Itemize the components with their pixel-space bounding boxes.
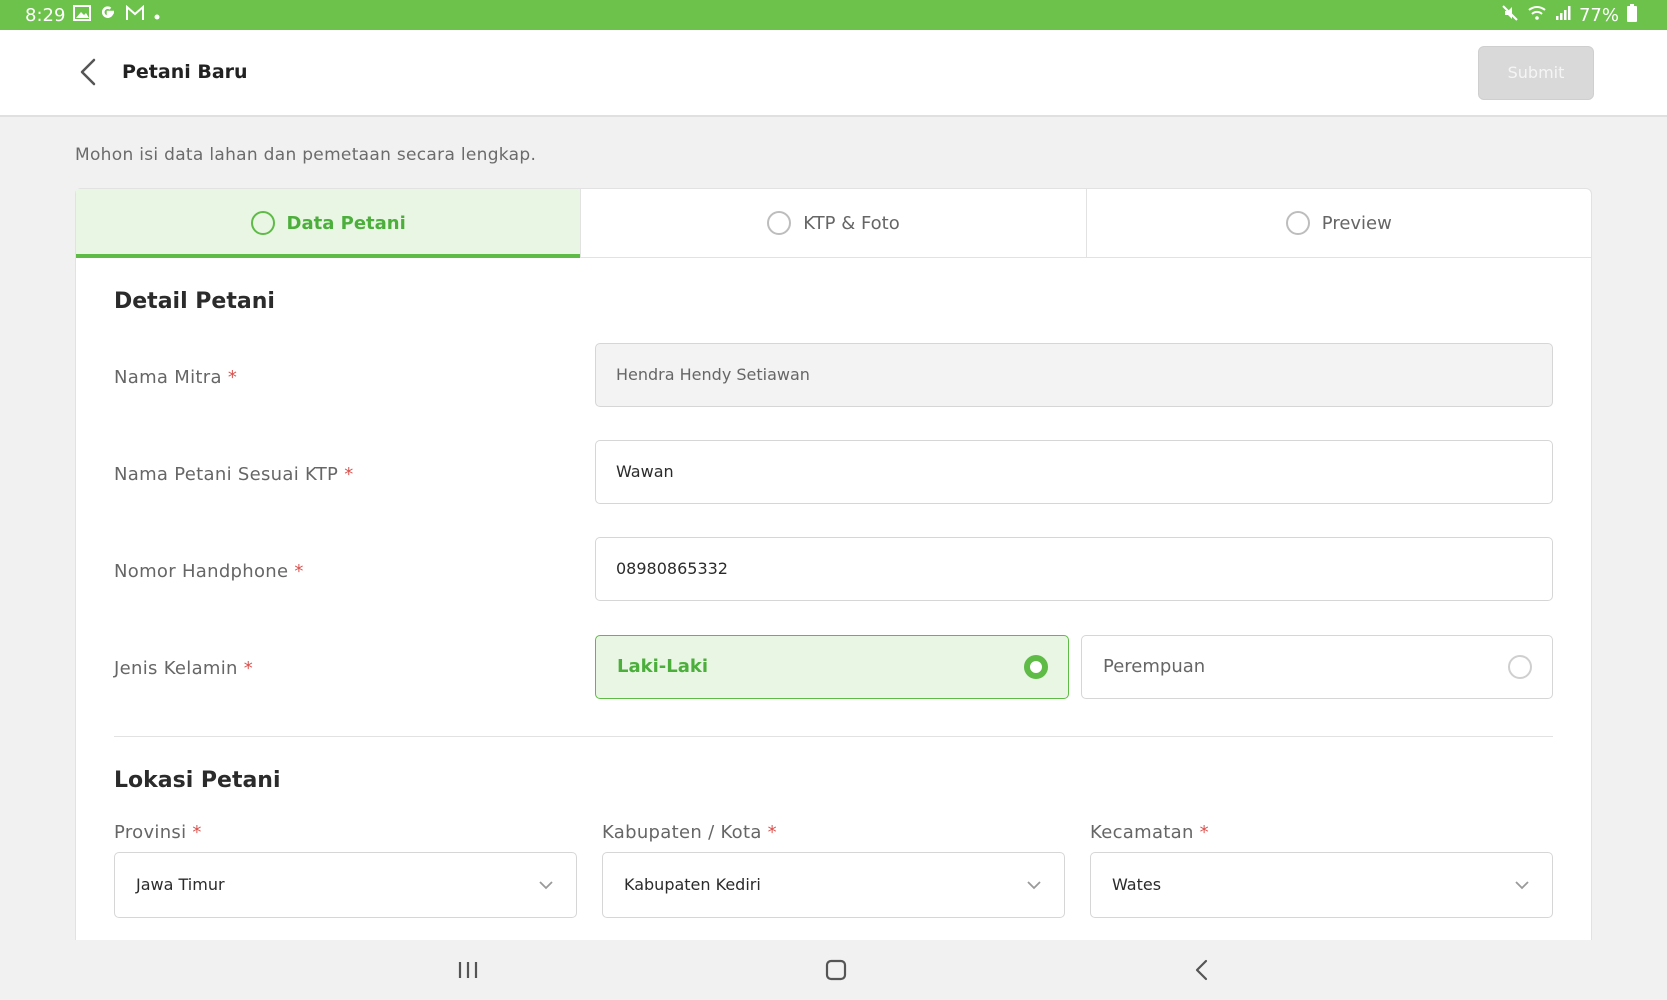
signal-icon bbox=[1555, 5, 1571, 26]
dot-icon bbox=[153, 6, 161, 26]
tab-label: Data Petani bbox=[286, 212, 406, 234]
chevron-left-icon bbox=[80, 58, 96, 86]
section-divider bbox=[114, 736, 1553, 737]
wifi-icon bbox=[1527, 5, 1547, 26]
required-mark: * bbox=[294, 561, 304, 582]
app-bar: Petani Baru Submit bbox=[0, 30, 1667, 117]
label-nomor-hp: Nomor Handphone * bbox=[114, 561, 304, 582]
status-bar: 8:29 77% bbox=[0, 0, 1667, 30]
gmail-icon bbox=[125, 4, 145, 26]
radio-unselected-icon bbox=[1508, 655, 1532, 679]
section-title-lokasi: Lokasi Petani bbox=[114, 768, 281, 793]
back-icon bbox=[1195, 959, 1208, 981]
tab-label: KTP & Foto bbox=[803, 212, 900, 234]
select-value: Wates bbox=[1112, 875, 1162, 894]
tab-data-petani[interactable]: Data Petani bbox=[76, 189, 582, 258]
label-text: Nomor Handphone bbox=[114, 561, 289, 582]
label-provinsi: Provinsi * bbox=[114, 822, 202, 843]
page-title: Petani Baru bbox=[122, 61, 248, 83]
required-mark: * bbox=[1199, 822, 1209, 843]
gallery-icon bbox=[73, 5, 92, 26]
label-nama-petani: Nama Petani Sesuai KTP * bbox=[114, 464, 354, 485]
kecamatan-select[interactable]: Wates bbox=[1090, 852, 1553, 918]
tab-ktp-foto[interactable]: KTP & Foto bbox=[581, 189, 1087, 257]
provinsi-select[interactable]: Jawa Timur bbox=[114, 852, 577, 918]
status-bar-left: 8:29 bbox=[25, 4, 161, 27]
step-circle-icon bbox=[250, 211, 275, 235]
google-icon bbox=[99, 4, 117, 27]
label-text: Provinsi bbox=[114, 822, 187, 843]
label-text: Nama Petani Sesuai KTP bbox=[114, 464, 339, 485]
label-nama-mitra: Nama Mitra * bbox=[114, 367, 237, 388]
required-mark: * bbox=[344, 464, 354, 485]
gender-option-perempuan[interactable]: Perempuan bbox=[1081, 635, 1553, 699]
kabupaten-select[interactable]: Kabupaten Kediri bbox=[602, 852, 1065, 918]
label-text: Kecamatan bbox=[1090, 822, 1194, 843]
chevron-down-icon bbox=[1515, 881, 1529, 890]
select-value: Jawa Timur bbox=[136, 875, 225, 894]
required-mark: * bbox=[243, 658, 254, 679]
status-bar-right: 77% bbox=[1501, 4, 1637, 27]
step-circle-icon bbox=[767, 211, 792, 235]
label-kecamatan: Kecamatan * bbox=[1090, 822, 1209, 843]
recent-apps-button[interactable] bbox=[448, 954, 488, 986]
stepper-tabs: Data Petani KTP & Foto Preview bbox=[76, 189, 1591, 258]
tab-preview[interactable]: Preview bbox=[1087, 189, 1591, 257]
required-mark: * bbox=[767, 822, 777, 843]
option-label: Perempuan bbox=[1103, 656, 1206, 677]
gender-option-laki-laki[interactable]: Laki-Laki bbox=[595, 635, 1069, 699]
step-circle-icon bbox=[1285, 211, 1310, 235]
option-label: Laki-Laki bbox=[617, 656, 708, 677]
required-mark: * bbox=[192, 822, 202, 843]
home-icon bbox=[825, 959, 847, 981]
home-button[interactable] bbox=[816, 954, 856, 986]
label-text: Kabupaten / Kota bbox=[602, 822, 762, 843]
section-title-detail: Detail Petani bbox=[114, 289, 275, 314]
nama-petani-input[interactable]: Wawan bbox=[595, 440, 1553, 504]
battery-percent: 77% bbox=[1578, 5, 1619, 26]
label-jenis-kelamin: Jenis Kelamin * bbox=[114, 658, 253, 679]
mute-icon bbox=[1501, 4, 1519, 27]
nomor-handphone-input[interactable]: 08980865332 bbox=[595, 537, 1553, 601]
recent-apps-icon bbox=[458, 962, 478, 978]
label-text: Jenis Kelamin bbox=[114, 658, 238, 679]
tab-label: Preview bbox=[1321, 212, 1392, 234]
nama-mitra-field: Hendra Hendy Setiawan bbox=[595, 343, 1553, 407]
chevron-down-icon bbox=[539, 881, 553, 890]
form-hint: Mohon isi data lahan dan pemetaan secara… bbox=[75, 145, 537, 165]
required-mark: * bbox=[227, 367, 238, 388]
status-time: 8:29 bbox=[25, 5, 66, 26]
system-back-button[interactable] bbox=[1182, 954, 1222, 986]
chevron-down-icon bbox=[1027, 881, 1041, 890]
battery-icon bbox=[1627, 4, 1637, 27]
back-button[interactable] bbox=[72, 52, 108, 92]
select-value: Kabupaten Kediri bbox=[624, 875, 761, 894]
radio-selected-icon bbox=[1024, 655, 1048, 679]
submit-button[interactable]: Submit bbox=[1478, 46, 1594, 100]
label-kabupaten: Kabupaten / Kota * bbox=[602, 822, 777, 843]
label-text: Nama Mitra bbox=[114, 367, 222, 388]
form-card: Data Petani KTP & Foto Preview Detail Pe… bbox=[75, 188, 1592, 950]
system-nav-bar bbox=[0, 940, 1667, 1000]
